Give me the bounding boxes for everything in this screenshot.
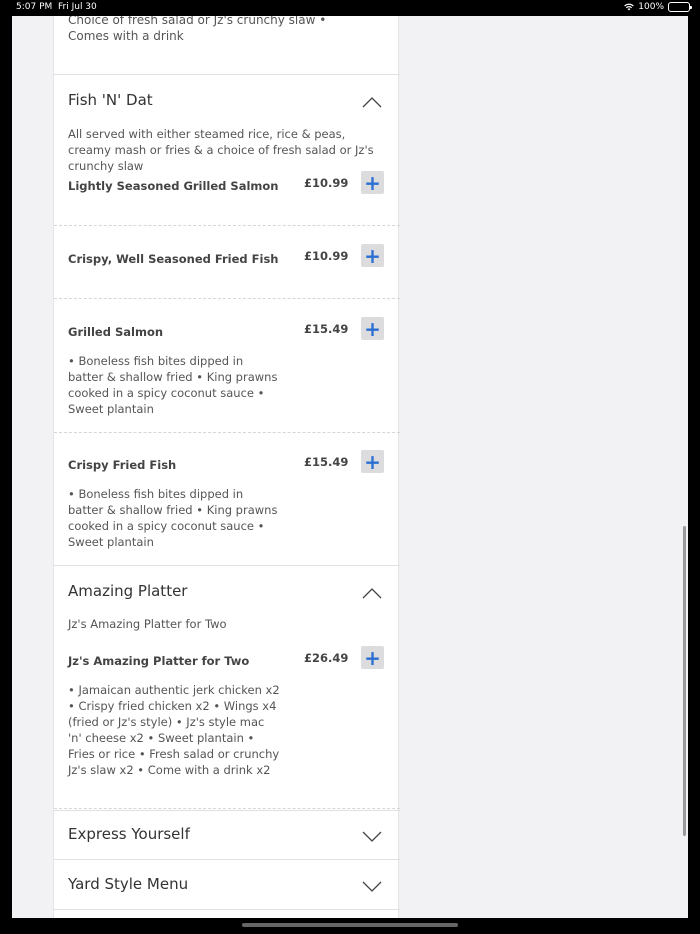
item-price: £26.49 xyxy=(304,651,349,665)
item-price: £15.49 xyxy=(304,455,349,469)
divider xyxy=(54,74,400,75)
section-divider xyxy=(54,810,400,811)
item-description: • Boneless fish bites dipped in batter &… xyxy=(68,354,278,416)
section-divider xyxy=(54,859,400,860)
app-screen: Choice of fresh salad or Jz's crunchy sl… xyxy=(12,16,688,918)
section-title-amazing-platter[interactable]: Amazing Platter xyxy=(68,582,187,600)
status-time: 5:07 PM Fri Jul 30 xyxy=(16,2,97,12)
battery-percent: 100% xyxy=(638,2,664,12)
add-button[interactable]: + xyxy=(361,244,384,267)
chevron-up-icon[interactable] xyxy=(362,587,382,599)
item-name[interactable]: Crispy Fried Fish xyxy=(68,458,176,472)
item-price: £15.49 xyxy=(304,322,349,336)
menu-panel[interactable]: Choice of fresh salad or Jz's crunchy sl… xyxy=(53,16,400,918)
item-price: £10.99 xyxy=(304,249,349,263)
item-name[interactable]: Grilled Salmon xyxy=(68,325,163,339)
item-name[interactable]: Jz's Amazing Platter for Two xyxy=(68,654,249,668)
section-title-express-yourself[interactable]: Express Yourself xyxy=(68,825,190,843)
item-description: • Boneless fish bites dipped in batter &… xyxy=(68,487,278,549)
section-description: All served with either steamed rice, ric… xyxy=(68,127,374,173)
add-button[interactable]: + xyxy=(361,450,384,473)
item-name[interactable]: Lightly Seasoned Grilled Salmon xyxy=(68,179,278,193)
section-title-yard-style-menu[interactable]: Yard Style Menu xyxy=(68,875,188,893)
chevron-down-icon[interactable] xyxy=(362,881,382,893)
previous-item-description: Choice of fresh salad or Jz's crunchy sl… xyxy=(68,16,327,43)
section-description: Jz's Amazing Platter for Two xyxy=(68,617,227,631)
home-indicator[interactable] xyxy=(242,923,458,927)
item-description: • Jamaican authentic jerk chicken x2 • C… xyxy=(68,683,280,777)
add-button[interactable]: + xyxy=(361,646,384,669)
status-right: 100% xyxy=(624,2,692,12)
battery-icon xyxy=(668,2,692,12)
section-divider xyxy=(54,909,400,910)
scrollbar[interactable] xyxy=(683,526,686,836)
item-divider xyxy=(54,808,400,809)
section-divider xyxy=(54,565,400,566)
status-bar: 5:07 PM Fri Jul 30 100% xyxy=(0,0,700,16)
add-button[interactable]: + xyxy=(361,317,384,340)
add-button[interactable]: + xyxy=(361,171,384,194)
item-divider xyxy=(54,225,400,226)
wifi-icon xyxy=(624,3,635,11)
item-divider xyxy=(54,298,400,299)
item-divider xyxy=(54,432,400,433)
item-price: £10.99 xyxy=(304,176,349,190)
chevron-down-icon[interactable] xyxy=(362,831,382,843)
item-name[interactable]: Crispy, Well Seasoned Fried Fish xyxy=(68,252,278,266)
chevron-up-icon[interactable] xyxy=(362,96,382,108)
section-title-fish-n-dat[interactable]: Fish 'N' Dat xyxy=(68,91,153,109)
